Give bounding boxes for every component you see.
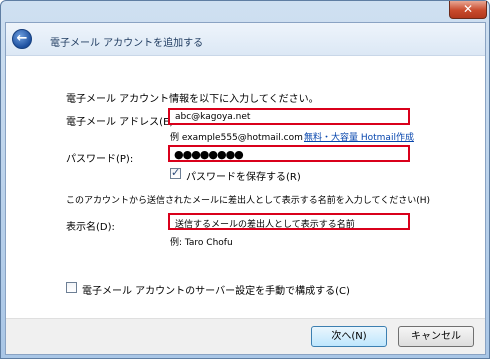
password-value: ●●●●●●●● — [174, 148, 244, 161]
save-password-checkbox[interactable]: ✓ — [170, 166, 181, 179]
close-icon: ✕ — [462, 2, 474, 16]
display-name-value: 送信するメールの差出人として表示する名前 — [175, 220, 355, 230]
email-example: 例 example555@hotmail.com — [170, 133, 303, 143]
checkmark-icon: ✓ — [171, 166, 181, 179]
manual-config-checkbox[interactable] — [66, 282, 77, 293]
display-name-label: 表示名(D): — [66, 222, 115, 233]
free-hotmail-link[interactable]: 無料・大容量 Hotmail作成 — [304, 130, 414, 143]
manual-config-label: 電子メール アカウントのサーバー設定を手動で構成する(C) — [82, 286, 350, 297]
password-label: パスワード(P): — [66, 154, 134, 165]
dialog-window: ✕ ← 電子メール アカウントを追加する 電子メール アカウント情報を以下に入力… — [0, 0, 490, 359]
dialog-client-area: ← 電子メール アカウントを追加する 電子メール アカウント情報を以下に入力して… — [5, 22, 486, 355]
close-button[interactable]: ✕ — [449, 1, 487, 19]
next-button[interactable]: 次へ(N) — [311, 326, 387, 347]
email-value: abc@kagoya.net — [175, 112, 251, 122]
email-field[interactable]: abc@kagoya.net — [168, 108, 410, 125]
display-name-intro: このアカウントから送信されたメールに差出人として表示する名前を入力してください(… — [66, 196, 430, 206]
dialog-header: ← 電子メール アカウントを追加する — [6, 23, 485, 56]
dialog-title: 電子メール アカウントを追加する — [50, 38, 204, 49]
dialog-footer: 次へ(N) キャンセル — [6, 318, 485, 354]
display-name-example: 例: Taro Chofu — [170, 238, 233, 248]
save-password-label: パスワードを保存する(R) — [186, 172, 301, 183]
cancel-button[interactable]: キャンセル — [398, 326, 474, 347]
password-field[interactable]: ●●●●●●●● — [168, 145, 410, 162]
display-name-field[interactable]: 送信するメールの差出人として表示する名前 — [168, 213, 410, 230]
back-button[interactable]: ← — [12, 29, 32, 49]
back-arrow-icon: ← — [16, 31, 28, 46]
intro-text: 電子メール アカウント情報を以下に入力してください。 — [66, 94, 319, 105]
email-label: 電子メール アドレス(E): — [66, 117, 177, 128]
